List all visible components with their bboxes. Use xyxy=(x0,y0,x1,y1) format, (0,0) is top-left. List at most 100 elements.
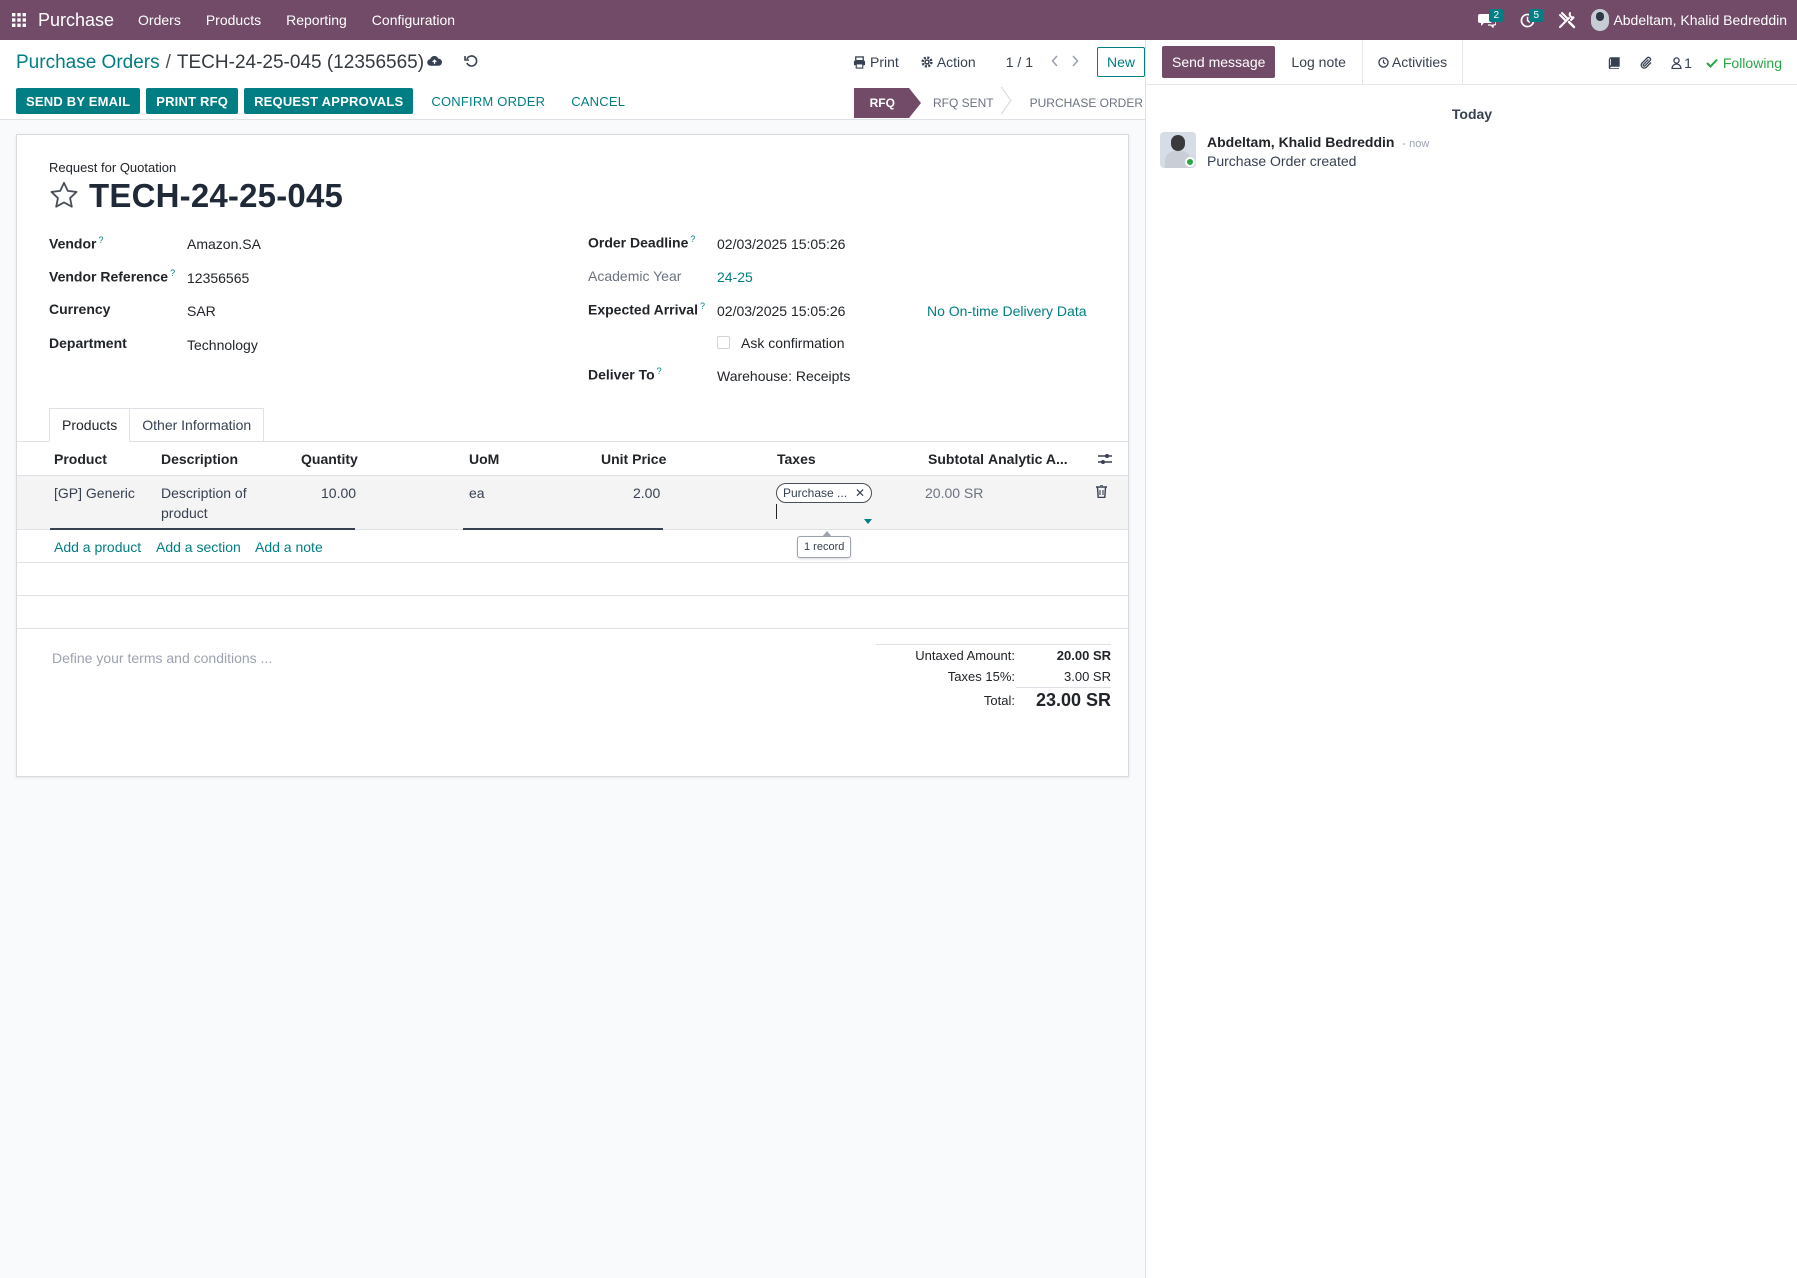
message-author[interactable]: Abdeltam, Khalid Bedreddin xyxy=(1207,134,1394,150)
action-label: Action xyxy=(936,54,976,70)
col-product[interactable]: Product xyxy=(54,451,107,467)
app-brand[interactable]: Purchase xyxy=(38,10,114,31)
department-field: Department xyxy=(49,335,127,351)
menu-reporting[interactable]: Reporting xyxy=(286,12,347,28)
optional-columns-icon[interactable] xyxy=(1098,452,1112,468)
print-label: Print xyxy=(870,54,899,70)
row-unit-price[interactable]: 2.00 xyxy=(633,485,660,501)
priority-star-icon[interactable] xyxy=(49,181,79,212)
vendor-value[interactable]: Amazon.SA xyxy=(187,236,261,252)
online-status-dot xyxy=(1185,157,1195,167)
add-line-row: Add a product Add a section Add a note xyxy=(17,530,1128,563)
followers-button[interactable]: 1 xyxy=(1671,55,1692,71)
tag-remove-icon[interactable]: ✕ xyxy=(855,486,865,500)
book-icon[interactable] xyxy=(1608,56,1620,69)
expected-arrival-value[interactable]: 02/03/2025 15:05:26 xyxy=(717,303,845,319)
department-value[interactable]: Technology xyxy=(187,337,258,353)
col-subtotal[interactable]: Subtotal xyxy=(928,451,984,467)
col-analytic[interactable]: Analytic A... xyxy=(988,451,1068,467)
send-message-button[interactable]: Send message xyxy=(1162,46,1276,78)
new-button[interactable]: New xyxy=(1096,47,1145,77)
table-row[interactable]: [GP] Generic I Description of product 10… xyxy=(17,475,1128,530)
tab-other-information[interactable]: Other Information xyxy=(129,408,265,442)
row-uom[interactable]: ea xyxy=(469,485,485,501)
add-product-link[interactable]: Add a product xyxy=(54,539,141,555)
row-product[interactable]: [GP] Generic I xyxy=(54,485,140,501)
discard-undo-icon[interactable] xyxy=(464,54,478,71)
ask-confirmation-label: Ask confirmation xyxy=(741,335,845,351)
pager-previous-icon[interactable] xyxy=(1045,54,1065,70)
row-subtotal: 20.00 SR xyxy=(925,485,984,501)
user-icon xyxy=(1671,56,1682,69)
taxes-row: Taxes 15%: 3.00 SR xyxy=(876,666,1111,687)
col-description[interactable]: Description xyxy=(161,451,238,467)
author-avatar[interactable] xyxy=(1160,132,1196,168)
order-deadline-value[interactable]: 02/03/2025 15:05:26 xyxy=(717,236,845,252)
print-rfq-button[interactable]: PRINT RFQ xyxy=(146,88,239,114)
vendor-reference-value[interactable]: 12356565 xyxy=(187,270,249,286)
chatter-topbar: Send message Log note Activities 1 Follo… xyxy=(1146,39,1797,85)
menu-configuration[interactable]: Configuration xyxy=(372,12,455,28)
clock-icon xyxy=(1378,56,1389,68)
following-button[interactable]: Following xyxy=(1706,55,1782,71)
pager-next-icon[interactable] xyxy=(1065,54,1085,70)
apps-menu-icon[interactable] xyxy=(0,0,38,40)
stage-purchase-order[interactable]: PURCHASE ORDER xyxy=(1008,88,1145,118)
paperclip-icon[interactable] xyxy=(1640,56,1653,70)
activities-button[interactable]: 5 xyxy=(1507,0,1547,40)
save-cloud-icon[interactable] xyxy=(427,54,443,70)
col-unit-price[interactable]: Unit Price xyxy=(601,451,666,467)
add-note-link[interactable]: Add a note xyxy=(255,539,323,555)
col-uom[interactable]: UoM xyxy=(469,451,499,467)
add-section-link[interactable]: Add a section xyxy=(156,539,241,555)
tab-products[interactable]: Products xyxy=(49,408,131,442)
on-time-delivery-link[interactable]: No On-time Delivery Data xyxy=(927,303,1087,319)
row-description-line-1[interactable]: Description of xyxy=(161,485,247,501)
terms-conditions-input[interactable]: Define your terms and conditions ... xyxy=(52,650,272,666)
debug-tools-button[interactable] xyxy=(1547,0,1587,40)
academic-year-value[interactable]: 24-25 xyxy=(717,269,753,285)
stage-rfq[interactable]: RFQ xyxy=(853,88,922,118)
request-approvals-button[interactable]: REQUEST APPROVALS xyxy=(244,88,414,114)
breadcrumb-purchase-orders[interactable]: Purchase Orders xyxy=(16,52,160,74)
stage-rfq-sent[interactable]: RFQ SENT xyxy=(909,88,1008,118)
user-avatar xyxy=(1591,9,1610,31)
cancel-button[interactable]: CANCEL xyxy=(561,88,635,114)
delete-line-trash-icon[interactable] xyxy=(1096,484,1107,501)
row-quantity[interactable]: 10.00 xyxy=(321,485,356,501)
menu-orders[interactable]: Orders xyxy=(138,12,181,28)
top-navbar: Purchase Orders Products Reporting Confi… xyxy=(0,0,1797,40)
row-description-line-2[interactable]: product xyxy=(161,505,208,521)
taxes-label: Taxes 15%: xyxy=(947,669,1015,684)
notebook-tabs: Products Other Information xyxy=(49,408,265,442)
activities-button[interactable]: Activities xyxy=(1363,39,1464,85)
col-quantity[interactable]: Quantity xyxy=(301,451,358,467)
deliver-to-field: Deliver To? xyxy=(588,366,662,383)
totals-panel: Untaxed Amount: 20.00 SR Taxes 15%: 3.00… xyxy=(876,644,1111,713)
record-title[interactable]: TECH-24-25-045 xyxy=(89,177,343,215)
deliver-to-value[interactable]: Warehouse: Receipts xyxy=(717,368,850,384)
log-note-button[interactable]: Log note xyxy=(1275,39,1363,85)
empty-row xyxy=(17,596,1128,629)
expected-arrival-field: Expected Arrival? xyxy=(588,301,705,318)
print-menu[interactable]: Print xyxy=(853,54,899,70)
tax-tag[interactable]: Purchase ... ✕ xyxy=(776,483,873,503)
tools-icon xyxy=(1559,12,1576,29)
pager-value[interactable]: 1 / 1 xyxy=(1006,54,1033,70)
ask-confirmation-checkbox[interactable] xyxy=(717,336,730,349)
col-taxes[interactable]: Taxes xyxy=(777,451,816,467)
user-menu[interactable]: Abdeltam, Khalid Bedreddin xyxy=(1587,9,1797,31)
control-panel: Purchase Orders / TECH-24-25-045 (123565… xyxy=(0,40,1145,120)
currency-value[interactable]: SAR xyxy=(187,303,216,319)
confirm-order-button[interactable]: CONFIRM ORDER xyxy=(421,88,555,114)
chatter-panel: Send message Log note Activities 1 Follo… xyxy=(1145,39,1797,1278)
total-label: Total: xyxy=(983,693,1015,708)
taxes-value: 3.00 SR xyxy=(1064,669,1111,684)
action-menu[interactable]: Action xyxy=(921,54,976,70)
menu-products[interactable]: Products xyxy=(206,12,261,28)
send-by-email-button[interactable]: SEND BY EMAIL xyxy=(16,88,141,114)
taxes-dropdown-caret-icon[interactable] xyxy=(864,511,872,527)
vendor-reference-field: Vendor Reference? xyxy=(49,268,175,285)
messaging-button[interactable]: 2 xyxy=(1467,0,1507,40)
chatter-actions: 1 Following xyxy=(1592,40,1782,85)
